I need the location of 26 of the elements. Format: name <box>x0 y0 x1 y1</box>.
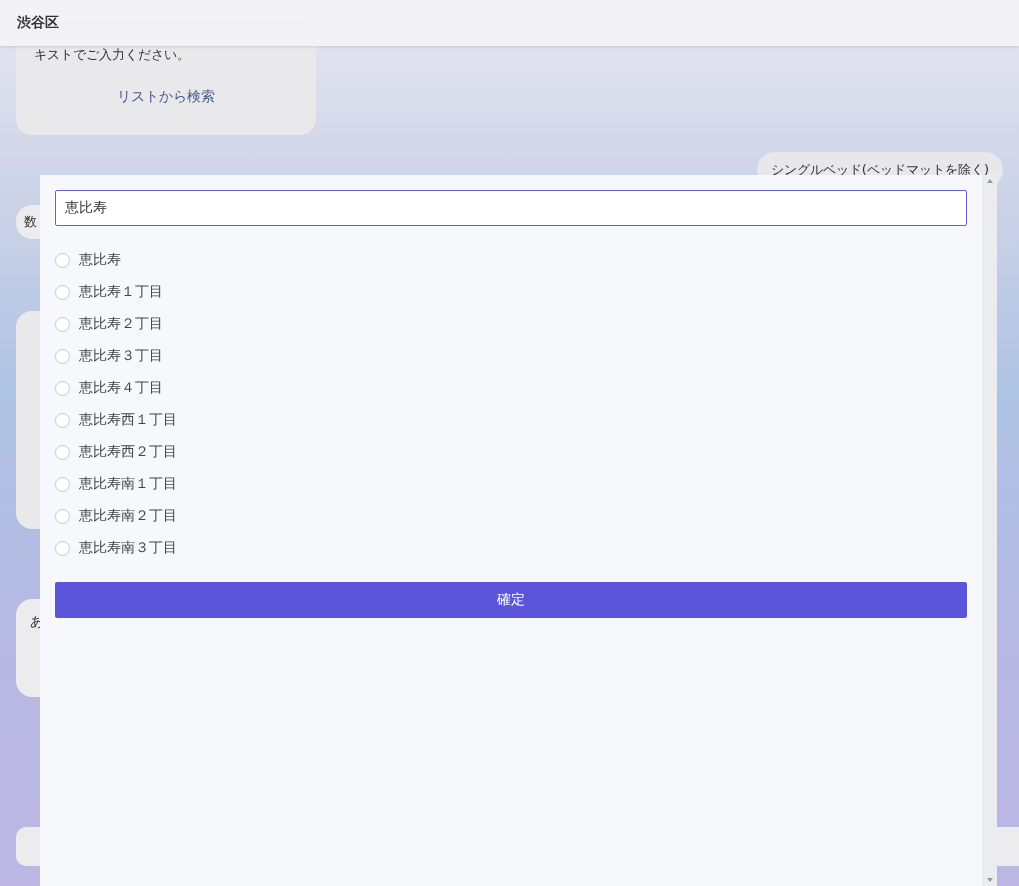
radio-button[interactable] <box>55 540 70 556</box>
radio-button[interactable] <box>55 444 70 460</box>
radio-option[interactable]: 恵比寿４丁目 <box>55 372 163 404</box>
radio-button[interactable] <box>55 252 70 268</box>
radio-button[interactable] <box>55 380 70 396</box>
radio-option[interactable]: 恵比寿 <box>55 244 121 276</box>
radio-option[interactable]: 恵比寿３丁目 <box>55 340 163 372</box>
radio-button[interactable] <box>55 412 70 428</box>
scrollbar[interactable] <box>982 175 997 886</box>
radio-option[interactable]: 恵比寿南２丁目 <box>55 500 177 532</box>
radio-option[interactable]: 恵比寿２丁目 <box>55 308 163 340</box>
search-field[interactable]: 恵比寿 <box>55 190 967 226</box>
page-title: 渋谷区 <box>17 14 59 32</box>
radio-button[interactable] <box>55 348 70 364</box>
radio-option[interactable]: 恵比寿南１丁目 <box>55 468 177 500</box>
list-search-link[interactable]: リストから検索 <box>117 88 215 106</box>
radio-option[interactable]: 恵比寿西２丁目 <box>55 436 177 468</box>
radio-option[interactable]: 恵比寿西１丁目 <box>55 404 177 436</box>
radio-button[interactable] <box>55 476 70 492</box>
radio-button[interactable] <box>55 284 70 300</box>
radio-option[interactable]: 恵比寿１丁目 <box>55 276 163 308</box>
radio-button[interactable] <box>55 508 70 524</box>
radio-button[interactable] <box>55 316 70 332</box>
message-text: キストでご入力ください。 <box>34 46 191 64</box>
confirm-button[interactable]: 確定 <box>55 582 967 618</box>
radio-option[interactable]: 恵比寿南３丁目 <box>55 532 177 564</box>
